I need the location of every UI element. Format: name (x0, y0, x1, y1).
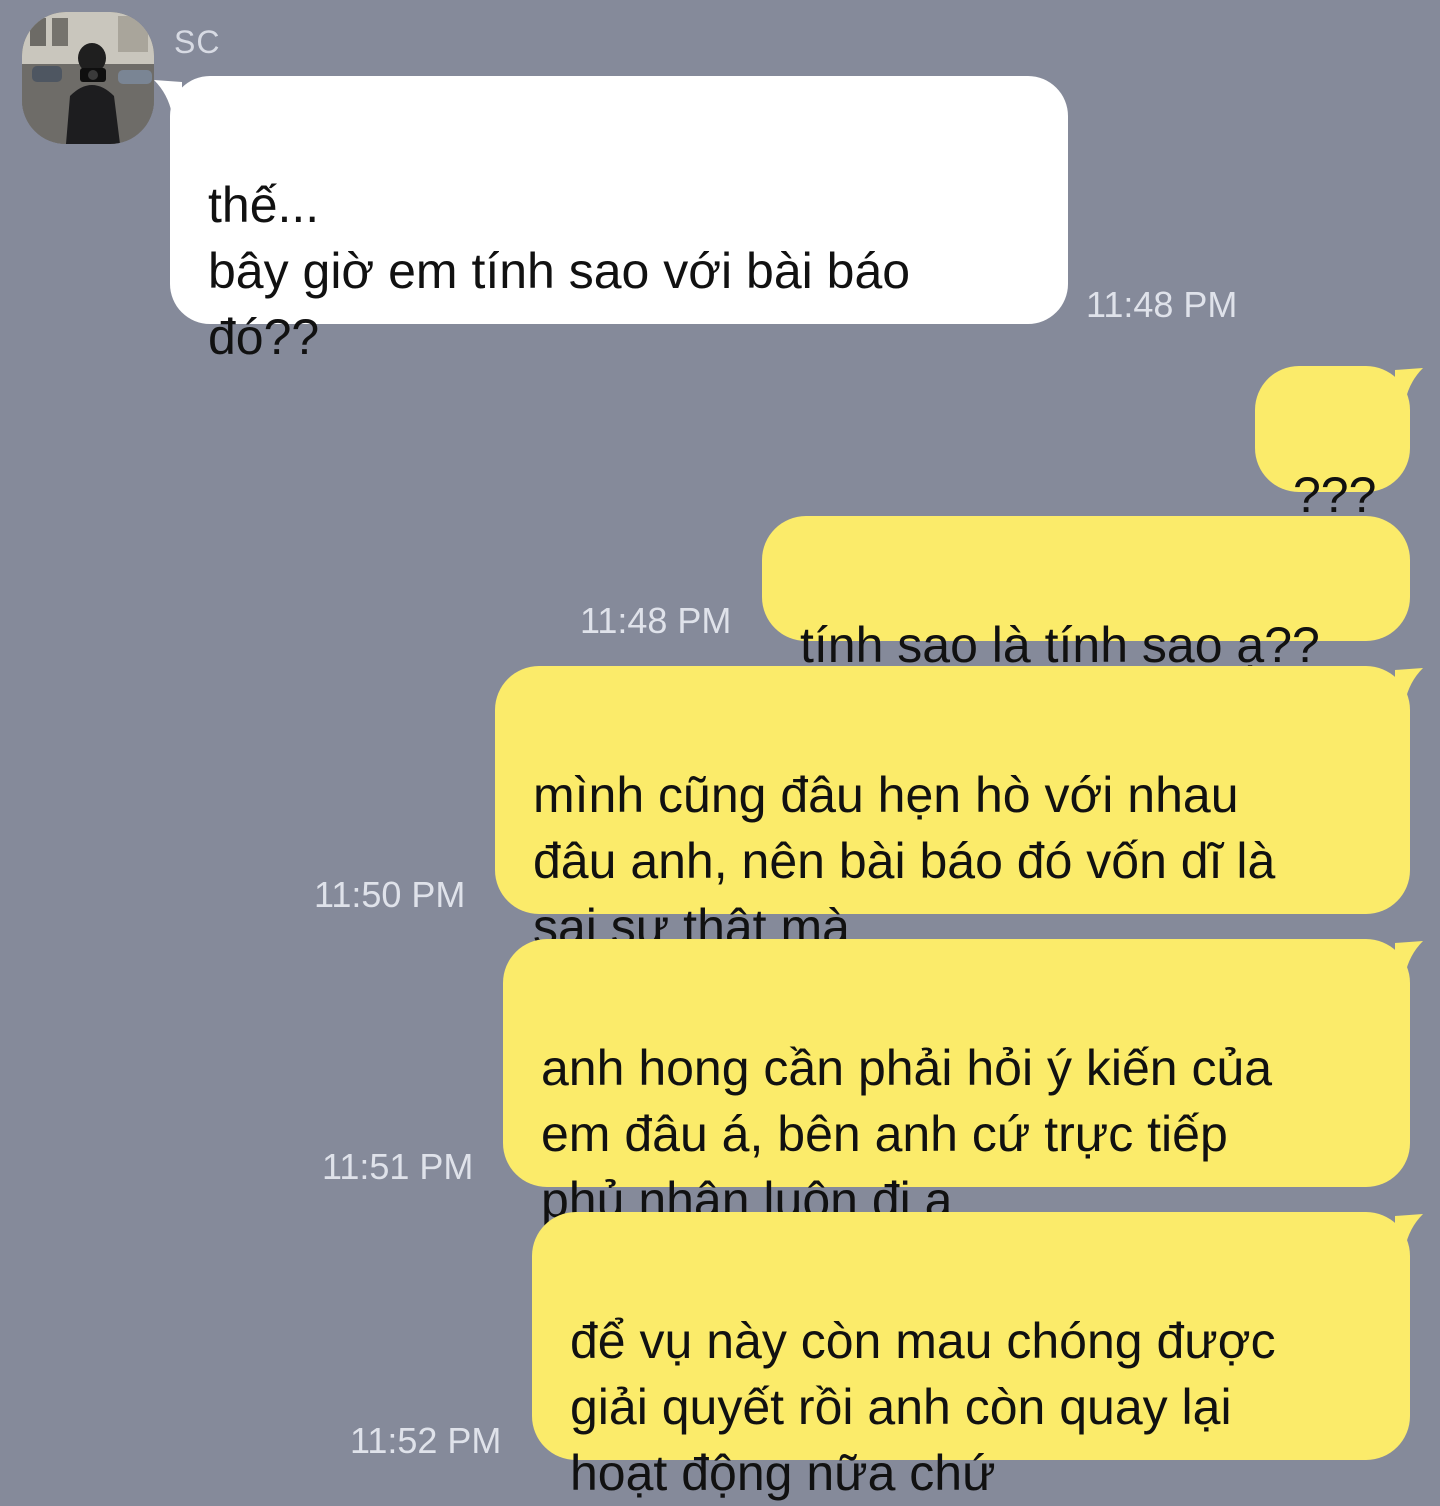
message-bubble-outgoing[interactable]: để vụ này còn mau chóng được giải quyết … (532, 1212, 1410, 1501)
avatar-photo (22, 12, 154, 144)
message-text: để vụ này còn mau chóng được giải quyết … (570, 1313, 1276, 1501)
message-text: tính sao là tính sao ạ?? (800, 617, 1320, 673)
bubble-tail (154, 80, 182, 114)
message-bubble-outgoing[interactable]: anh hong cần phải hỏi ý kiến của em đâu … (503, 939, 1410, 1228)
bubble-tail (1395, 941, 1423, 975)
message-bubble-outgoing[interactable]: tính sao là tính sao ạ?? (762, 516, 1410, 673)
message-timestamp: 11:48 PM (1086, 284, 1238, 325)
message-text: anh hong cần phải hỏi ý kiến của em đâu … (541, 1040, 1273, 1228)
message-bubble-outgoing[interactable]: mình cũng đâu hẹn hò với nhau đâu anh, n… (495, 666, 1410, 955)
message-text: ??? (1293, 467, 1377, 523)
message-bubble-outgoing[interactable]: ??? (1255, 366, 1410, 523)
message-timestamp: 11:52 PM (350, 1420, 502, 1461)
message-timestamp: 11:50 PM (314, 874, 466, 915)
message-timestamp: 11:51 PM (322, 1146, 474, 1187)
sender-name: SC (174, 24, 221, 60)
message-text: thế... bây giờ em tính sao với bài báo đ… (208, 177, 911, 365)
bubble-tail (1395, 1214, 1423, 1248)
message-bubble-incoming[interactable]: thế... bây giờ em tính sao với bài báo đ… (170, 76, 1068, 365)
message-text: mình cũng đâu hẹn hò với nhau đâu anh, n… (533, 767, 1276, 955)
bubble-tail (1395, 668, 1423, 702)
avatar[interactable] (22, 12, 154, 144)
message-timestamp: 11:48 PM (580, 600, 732, 641)
bubble-tail (1395, 368, 1423, 402)
